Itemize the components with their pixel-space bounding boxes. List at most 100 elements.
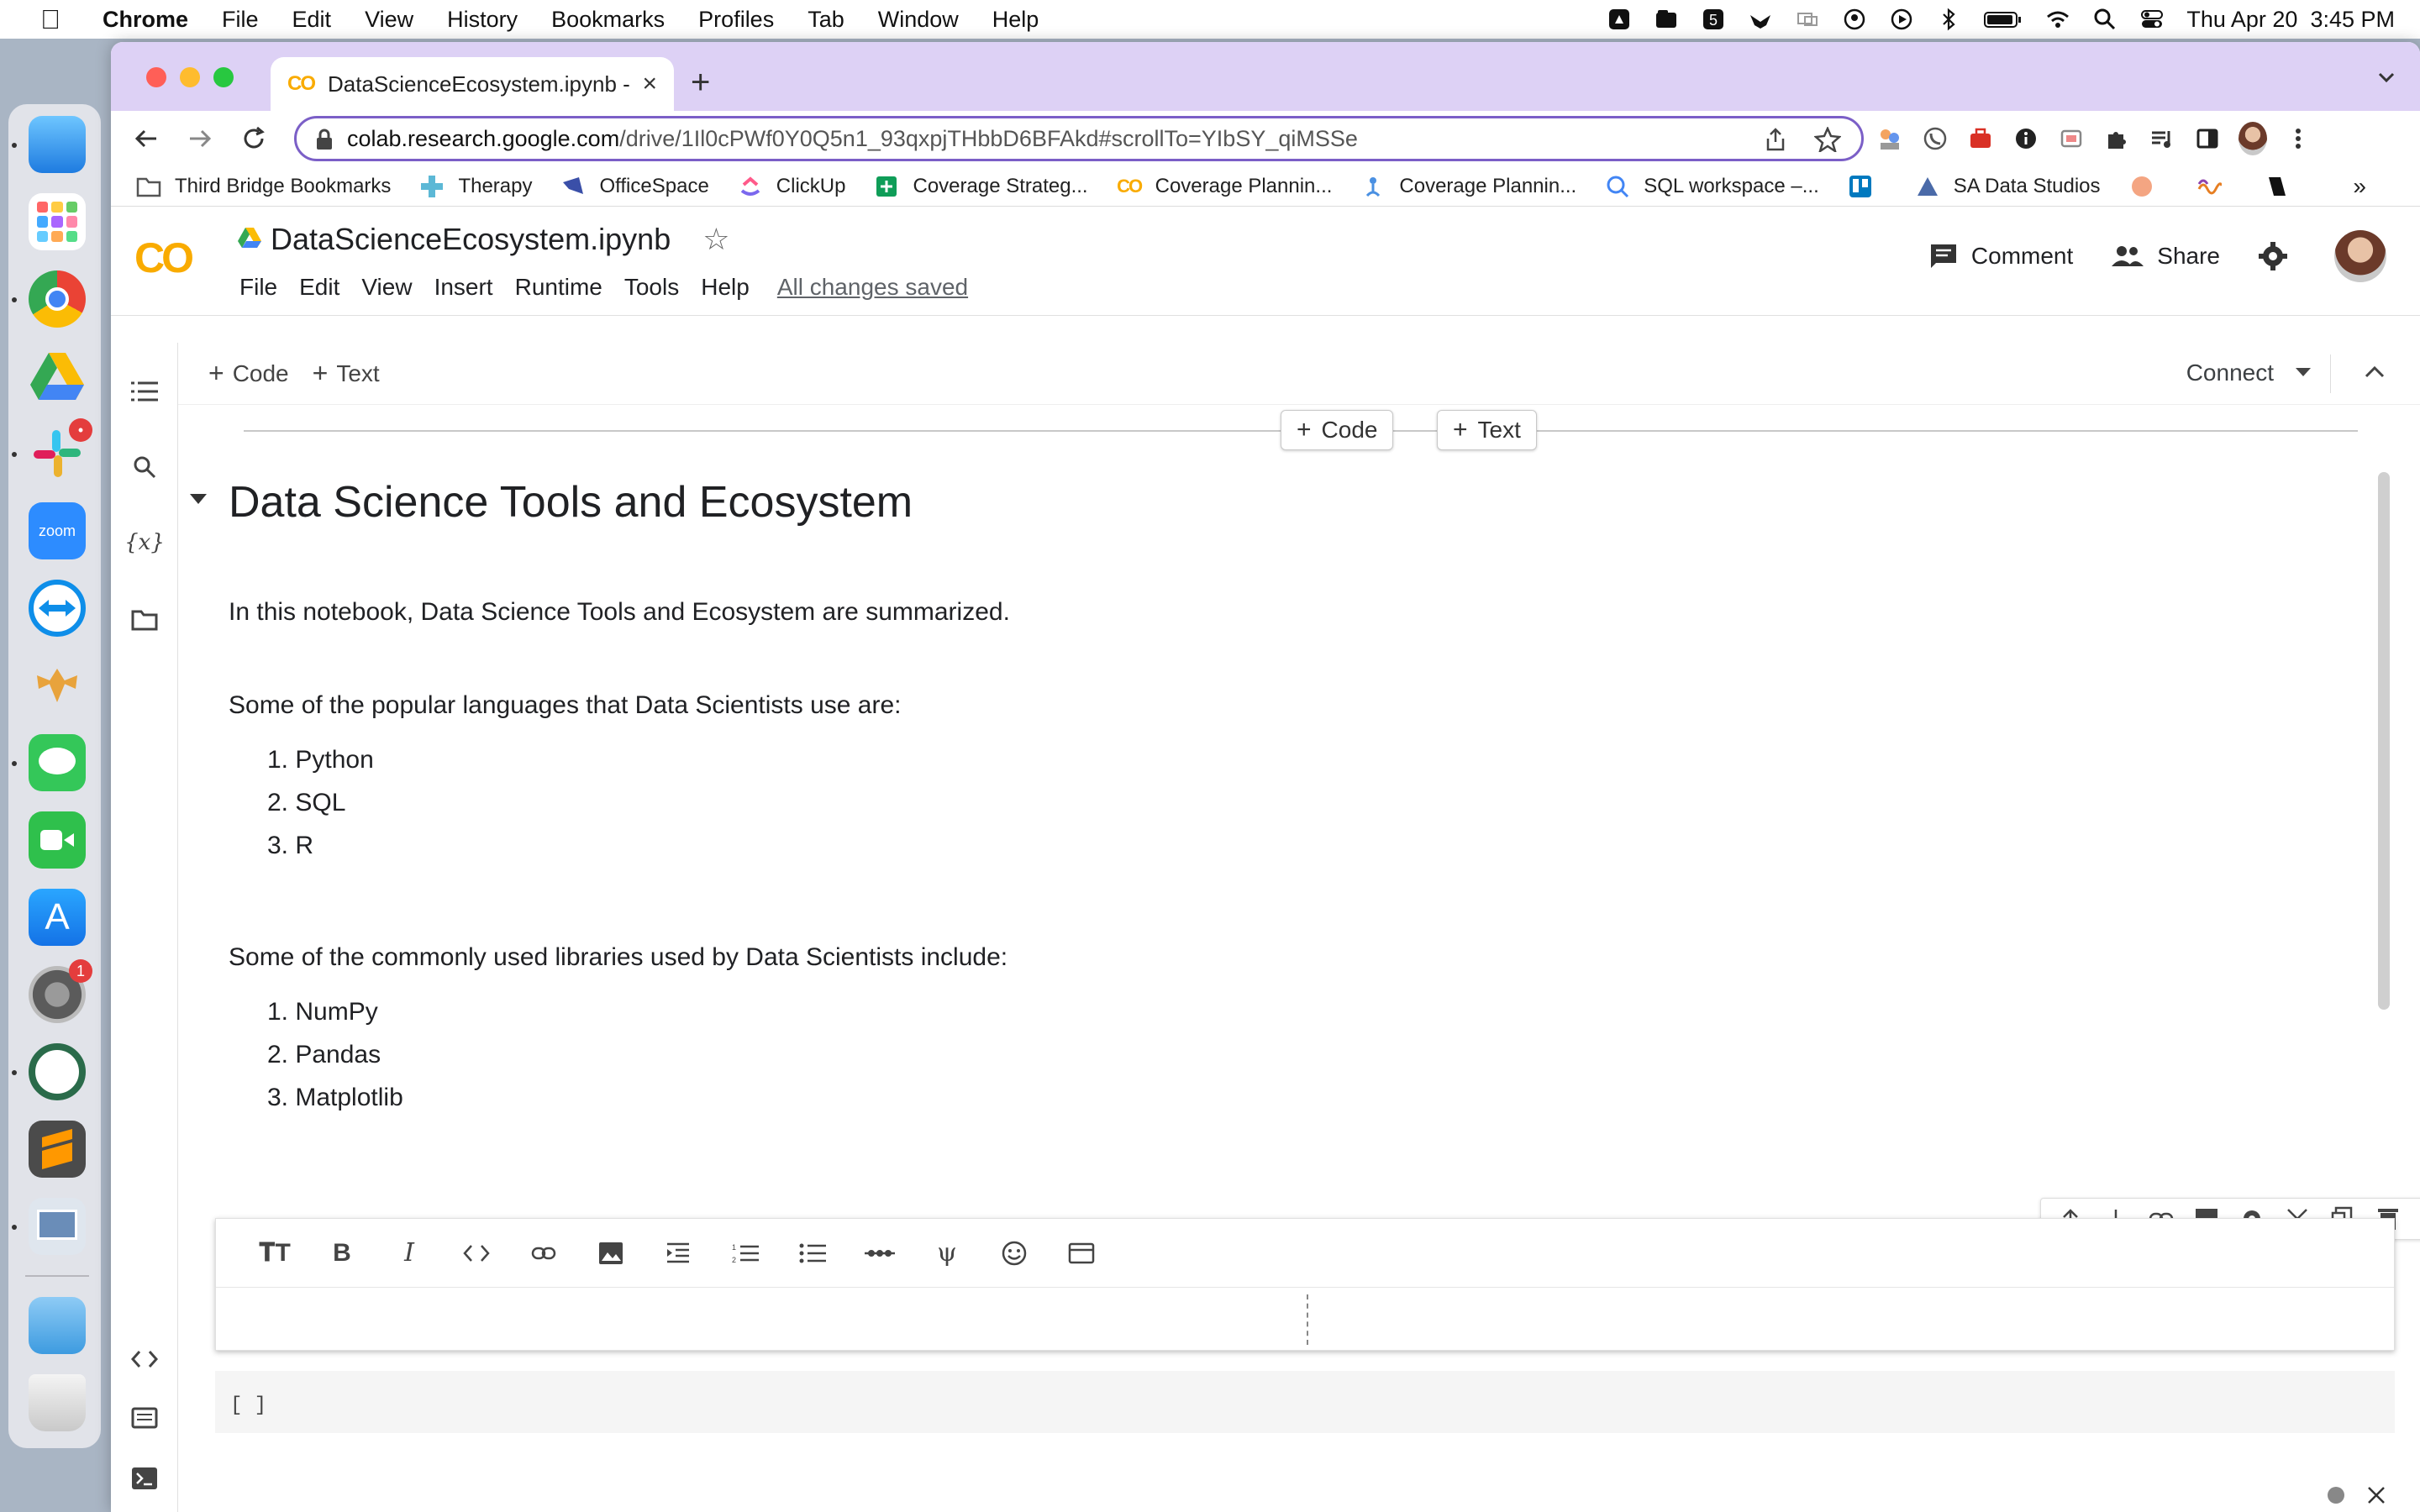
menubar-help[interactable]: Help [976, 7, 1056, 33]
bulleted-list-icon[interactable] [779, 1232, 846, 1274]
chrome-icon[interactable] [29, 270, 86, 328]
preview-position-icon[interactable] [1048, 1232, 1115, 1274]
menubar-history[interactable]: History [430, 7, 534, 33]
close-status-icon[interactable] [2366, 1485, 2386, 1505]
menubar-view[interactable]: View [348, 7, 430, 33]
trash-icon[interactable] [29, 1374, 86, 1431]
terminal-icon[interactable] [129, 1463, 160, 1494]
settings-button[interactable] [2259, 242, 2301, 270]
scrollbar-thumb[interactable] [2378, 472, 2390, 1010]
code-format-icon[interactable] [443, 1232, 510, 1274]
add-code-cell-button[interactable]: + Code [208, 358, 289, 389]
bookmark-therapy[interactable]: Therapy [419, 174, 532, 199]
menubar-edit[interactable]: Edit [276, 7, 349, 33]
bluetooth-icon[interactable] [1936, 7, 1961, 32]
apple-menu-icon[interactable]:  [25, 4, 76, 35]
puzzle-extension-icon[interactable] [2102, 124, 2131, 153]
applications-folder-icon[interactable] [29, 1297, 86, 1354]
menubar-profiles[interactable]: Profiles [681, 7, 791, 33]
user-status-icon[interactable] [1842, 7, 1867, 32]
latex-psi-icon[interactable]: ψ [913, 1232, 981, 1274]
insert-link-icon[interactable] [510, 1232, 577, 1274]
files-status-icon[interactable] [1654, 7, 1679, 32]
reload-icon[interactable] [237, 122, 271, 155]
screens-status-icon[interactable] [1795, 7, 1820, 32]
colab-menu-view[interactable]: View [350, 274, 423, 301]
text-cell-editor[interactable]: 𝐓T B I 12 ψ [215, 1218, 2395, 1351]
tab-close-icon[interactable]: × [642, 70, 657, 98]
vertical-scrollbar[interactable] [2375, 472, 2395, 1018]
italic-icon[interactable]: I [376, 1232, 443, 1274]
bookmark-extra-1[interactable] [2129, 174, 2168, 199]
five-status-icon[interactable]: 5 [1701, 7, 1726, 32]
tab-search-icon[interactable] [2375, 66, 2398, 93]
comment-button[interactable]: Comment [1929, 243, 2073, 270]
teamviewer-icon[interactable] [29, 580, 86, 637]
code-snippets-icon[interactable] [129, 1344, 160, 1374]
collapse-section-icon[interactable] [190, 494, 207, 504]
more-options-icon[interactable] [2411, 1200, 2420, 1237]
profiles-extension-icon[interactable] [1876, 124, 1904, 153]
new-tab-button[interactable]: + [691, 64, 710, 102]
close-window-button[interactable] [146, 67, 166, 87]
bookmark-trello[interactable] [1848, 174, 1886, 199]
profile-avatar-icon[interactable] [2238, 122, 2267, 155]
zoom-window-button[interactable] [213, 67, 234, 87]
messages-icon[interactable] [29, 734, 86, 791]
system-settings-icon[interactable]: 1 [29, 959, 92, 1023]
circle-app-icon[interactable] [29, 1043, 86, 1100]
more-bookmarks-button[interactable]: » [2353, 173, 2366, 200]
control-center-icon[interactable] [2139, 7, 2165, 32]
command-palette-icon[interactable] [129, 1403, 160, 1433]
indent-icon[interactable] [644, 1232, 712, 1274]
colab-menu-insert[interactable]: Insert [424, 274, 504, 301]
menubar-file[interactable]: File [205, 7, 276, 33]
bookmark-extra-3[interactable] [2264, 174, 2302, 199]
lock-icon[interactable] [315, 129, 334, 156]
colab-menu-help[interactable]: Help [690, 274, 760, 301]
bookmark-clickup[interactable]: ClickUp [738, 174, 845, 199]
variables-icon[interactable]: {x} [124, 528, 165, 558]
active-tab[interactable]: CO DataScienceEcosystem.ipynb - × [271, 57, 674, 111]
bookmark-sql-workspace[interactable]: SQL workspace –... [1605, 174, 1819, 199]
spotlight-search-icon[interactable] [2092, 7, 2118, 32]
emoji-icon[interactable] [981, 1232, 1048, 1274]
minimize-window-button[interactable] [180, 67, 200, 87]
phone-extension-icon[interactable] [1921, 124, 1949, 153]
colab-menu-file[interactable]: File [229, 274, 288, 301]
side-panel-icon[interactable] [2193, 124, 2222, 153]
bookmark-star-icon[interactable] [1813, 125, 1842, 158]
add-text-cell-button[interactable]: + Text [313, 358, 380, 389]
preview-icon[interactable] [29, 1198, 86, 1255]
notebook-name[interactable]: DataScienceEcosystem.ipynb [271, 222, 671, 257]
info-extension-icon[interactable] [2012, 124, 2040, 153]
menubar-bookmarks[interactable]: Bookmarks [534, 7, 681, 33]
slack-icon[interactable]: • [29, 418, 92, 482]
insert-image-icon[interactable] [577, 1232, 644, 1274]
colab-menu-edit[interactable]: Edit [288, 274, 350, 301]
share-button[interactable]: Share [2112, 243, 2220, 270]
status-indicator-icon[interactable] [2328, 1487, 2344, 1504]
launchpad-icon[interactable] [29, 193, 86, 250]
bee-app-icon[interactable] [29, 657, 86, 714]
chrome-menu-icon[interactable] [2284, 124, 2312, 153]
facetime-icon[interactable] [29, 811, 86, 869]
numbered-list-icon[interactable]: 12 [712, 1232, 779, 1274]
back-arrow-icon[interactable] [129, 122, 163, 155]
finder-icon[interactable] [29, 116, 86, 173]
connect-button[interactable]: Connect [2186, 360, 2311, 386]
menubar-tab[interactable]: Tab [791, 7, 861, 33]
colab-logo[interactable]: CO [134, 234, 194, 282]
save-status[interactable]: All changes saved [760, 274, 968, 301]
sublime-text-icon[interactable] [29, 1121, 86, 1178]
run-prompt[interactable]: [ ] [230, 1394, 266, 1417]
star-notebook-icon[interactable]: ☆ [702, 222, 729, 257]
briefcase-extension-icon[interactable] [1966, 124, 1995, 153]
bookmark-officespace[interactable]: OfficeSpace [560, 174, 709, 199]
colab-menu-tools[interactable]: Tools [613, 274, 690, 301]
bookmark-coverage-planning-2[interactable]: Coverage Plannin... [1360, 174, 1576, 199]
find-search-icon[interactable] [129, 452, 160, 482]
google-drive-icon[interactable] [29, 348, 86, 405]
collapse-header-icon[interactable] [2363, 360, 2386, 389]
drive-status-icon[interactable] [1607, 7, 1632, 32]
